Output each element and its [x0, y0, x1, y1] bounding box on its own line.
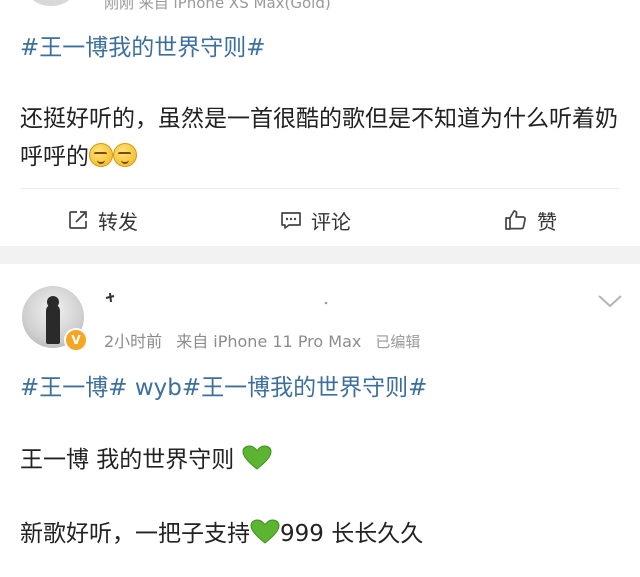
post-meta: 2小时前 来自 iPhone 11 Pro Max 已编辑 [104, 328, 434, 352]
feed-separator [0, 246, 640, 264]
comment-label: 评论 [311, 209, 351, 234]
avatar-figure-body [46, 304, 60, 344]
edited-label: 已编辑 [375, 333, 421, 351]
hashtag-link[interactable]: #王一博我的世界守则# [20, 28, 266, 62]
green-heart-icon [250, 519, 280, 544]
post-card-2: V 2小时前 来自 iPhone 11 Pro Max 已编辑 #王一博# wyb#… [0, 264, 640, 577]
post-text: 还挺好听的，虽然是一首很酷的歌但是不知道为什么听着奶呼呼的 [20, 100, 625, 176]
username-redacted[interactable] [104, 290, 334, 310]
post-body-text: 新歌好听，一把子支持 [20, 521, 250, 547]
verified-badge: V [64, 328, 88, 352]
share-button[interactable]: 转发 [66, 196, 138, 244]
comment-button[interactable]: 评论 [279, 196, 351, 244]
dizzy-face-emoji [89, 143, 113, 167]
divider [20, 188, 620, 189]
post-time: 2小时前 [104, 332, 163, 351]
chevron-down-icon[interactable] [596, 292, 624, 310]
like-icon [505, 210, 526, 230]
green-heart-icon [242, 445, 272, 470]
post-text-line: 王一博 我的世界守则 [20, 440, 272, 474]
post-body-text: 999 长长久久 [280, 521, 424, 547]
share-label: 转发 [98, 209, 138, 234]
post-card-1: 刚刚 来自 iPhone XS Max(Gold) #王一博我的世界守则# 还挺… [0, 0, 640, 246]
hashtag-link[interactable]: #王一博我的世界守则# [182, 375, 428, 401]
weibo-feed: 刚刚 来自 iPhone XS Max(Gold) #王一博我的世界守则# 还挺… [0, 0, 640, 577]
like-label: 赞 [537, 209, 557, 234]
post-source: 来自 iPhone 11 Pro Max [176, 332, 362, 351]
plain-text: wyb [127, 375, 182, 401]
dizzy-face-emoji [113, 143, 137, 167]
comment-icon [281, 212, 301, 229]
post-body-text: 王一博 我的世界守则 [20, 447, 242, 473]
hashtag-link[interactable]: #王一博# [20, 375, 128, 401]
post-meta: 刚刚 来自 iPhone XS Max(Gold) [104, 0, 331, 12]
action-bar: 转发 评论 赞 [0, 196, 640, 244]
share-icon [69, 211, 87, 229]
hashtag-line: #王一博# wyb#王一博我的世界守则# [20, 368, 427, 402]
post-text-line: 新歌好听，一把子支持 999 长长久久 [20, 514, 423, 548]
avatar[interactable] [22, 0, 80, 6]
like-button[interactable]: 赞 [503, 196, 557, 244]
